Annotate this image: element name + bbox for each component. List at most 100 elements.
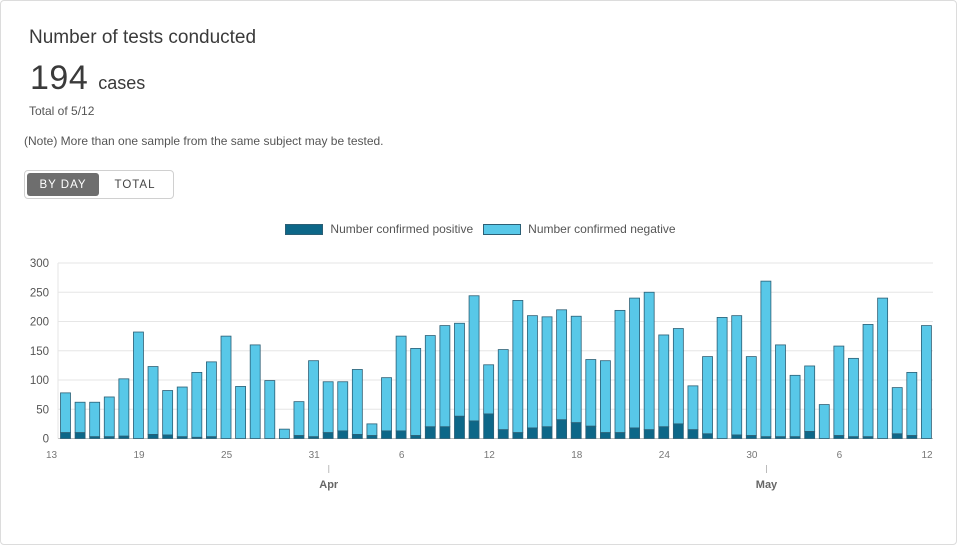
- bar-negative: [599, 360, 611, 434]
- bar-positive: [556, 419, 568, 439]
- y-tick-label: 300: [30, 258, 49, 270]
- bar-negative: [162, 390, 174, 436]
- headline-unit: cases: [98, 73, 146, 93]
- bar-positive: [862, 436, 874, 439]
- bar-positive: [381, 430, 392, 439]
- y-tick-label: 150: [30, 346, 49, 358]
- bar-positive: [643, 429, 655, 439]
- bar-negative: [351, 369, 363, 435]
- bar-positive: [527, 427, 538, 439]
- bar-negative: [541, 316, 553, 428]
- bar-positive: [512, 432, 524, 439]
- bar-negative: [395, 335, 407, 432]
- card: Number of tests conducted 194 cases Tota…: [0, 0, 957, 545]
- x-tick-label: 19: [133, 450, 145, 461]
- bar-negative: [60, 392, 71, 434]
- bar-negative: [293, 401, 305, 436]
- bar-positive: [833, 435, 845, 439]
- legend-item-negative[interactable]: Number confirmed negative: [483, 222, 676, 236]
- bar-positive: [337, 430, 349, 439]
- x-tick-label: 18: [571, 450, 583, 461]
- bar-negative: [439, 325, 451, 428]
- x-tick-label: 6: [837, 450, 843, 461]
- bar-negative: [483, 364, 495, 415]
- bar-positive: [60, 432, 71, 439]
- bar-positive: [731, 434, 743, 439]
- bar-positive: [89, 436, 101, 439]
- bar-negative: [731, 315, 743, 436]
- bar-negative: [658, 334, 670, 428]
- bar-positive: [629, 427, 640, 439]
- bar-negative: [877, 297, 889, 439]
- bar-negative: [585, 359, 597, 427]
- bar-negative: [760, 280, 772, 438]
- bar-negative: [103, 396, 115, 438]
- bar-negative: [497, 349, 509, 431]
- bar-negative: [337, 381, 349, 432]
- x-tick-label: 31: [309, 450, 321, 461]
- y-tick-label: 0: [43, 434, 49, 446]
- bar-positive: [366, 435, 378, 439]
- x-tick-label: 12: [484, 450, 496, 461]
- x-month-label: May: [756, 479, 778, 491]
- bar-negative: [74, 401, 86, 434]
- bar-positive: [322, 432, 334, 439]
- bar-negative: [89, 401, 101, 438]
- bar-positive: [424, 426, 436, 439]
- total-button[interactable]: TOTAL: [99, 173, 171, 196]
- bar-positive: [176, 436, 188, 439]
- bar-positive: [206, 436, 217, 439]
- bar-positive: [775, 436, 786, 439]
- bar-negative: [862, 324, 874, 438]
- bar-positive: [118, 435, 130, 439]
- bar-chart: 0 50 100 150 200 250 300 13 19 25 31 6 12 18 24 30 6 12 Ap…: [30, 258, 933, 491]
- bar-positive: [497, 429, 509, 439]
- bar-negative: [833, 345, 845, 436]
- chart-legend: Number confirmed positive Number confirm…: [1, 222, 959, 236]
- by-day-button[interactable]: BY DAY: [27, 173, 99, 196]
- view-toggle: BY DAY TOTAL: [24, 170, 174, 199]
- bar-negative: [133, 331, 144, 439]
- bar-positive: [702, 433, 713, 439]
- bar-negative: [818, 404, 830, 439]
- bar-positive: [468, 420, 480, 439]
- legend-item-positive[interactable]: Number confirmed positive: [285, 222, 473, 236]
- bar-negative: [570, 315, 582, 424]
- y-tick-label: 200: [30, 317, 49, 329]
- bar-positive: [891, 433, 903, 439]
- bar-positive: [541, 426, 553, 439]
- y-tick-label: 50: [36, 404, 49, 416]
- bar-positive: [570, 422, 582, 439]
- bar-positive: [162, 434, 174, 439]
- bar-positive: [74, 432, 86, 439]
- bar-positive: [599, 432, 611, 439]
- bar-positive: [687, 429, 699, 439]
- bar-negative: [191, 371, 203, 438]
- bar-positive: [672, 423, 684, 439]
- bar-negative: [454, 322, 465, 417]
- bar-negative: [789, 374, 801, 438]
- bar-positive: [804, 431, 816, 439]
- headline-value: 194 cases: [30, 59, 145, 98]
- bar-negative: [220, 335, 232, 439]
- bar-negative: [716, 317, 728, 439]
- bar-negative: [556, 309, 568, 421]
- bar-negative: [147, 366, 159, 435]
- bar-negative: [366, 423, 378, 436]
- bar-negative: [308, 360, 319, 438]
- bar-negative: [848, 357, 859, 438]
- bar-negative: [804, 365, 816, 432]
- bar-positive: [789, 436, 801, 439]
- x-tick-label: 13: [46, 450, 58, 461]
- bar-negative: [322, 381, 334, 434]
- bar-positive: [614, 432, 626, 439]
- bar-negative: [381, 377, 392, 432]
- headline-number: 194: [30, 59, 89, 97]
- bar-negative: [468, 295, 480, 422]
- bar-negative: [424, 335, 436, 428]
- bar-positive: [745, 435, 757, 439]
- bar-negative: [264, 380, 276, 439]
- bar-positive: [308, 436, 319, 439]
- bar-positive: [351, 434, 363, 439]
- card-title: Number of tests conducted: [29, 27, 257, 48]
